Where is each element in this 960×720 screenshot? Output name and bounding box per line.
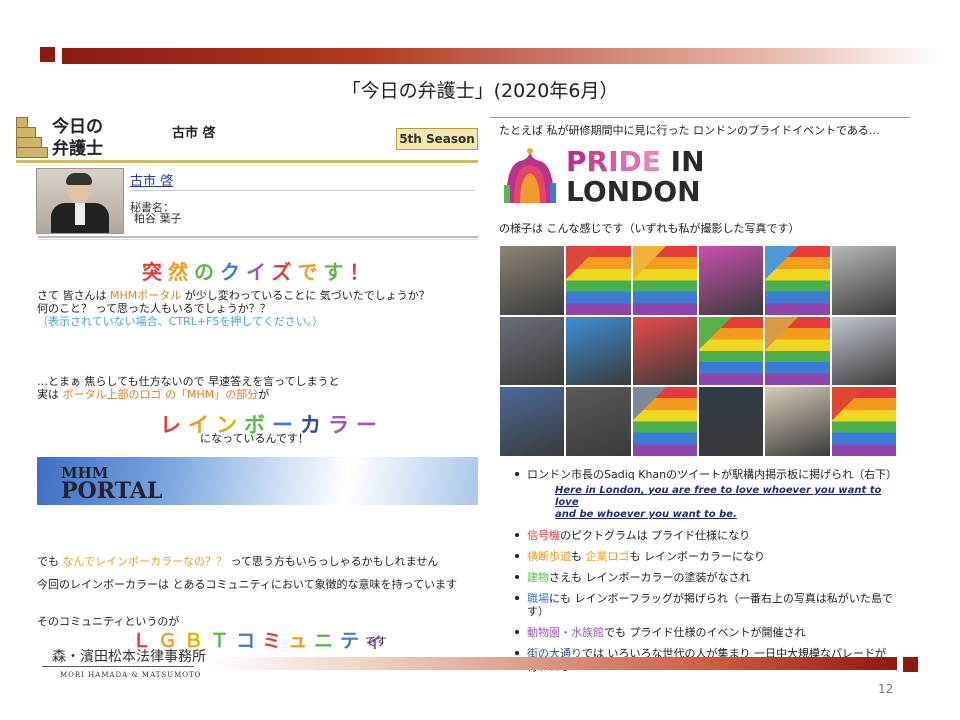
pride-photo bbox=[632, 387, 697, 456]
right-intro-text: たとえば 私が研修期間中に見に行った ロンドンのプライドイベントである… bbox=[499, 124, 880, 137]
photos-caption: の様子は こんな感じです（いずれも私が撮影した写真です） bbox=[499, 222, 800, 235]
lgbt-after-text: です bbox=[365, 635, 387, 648]
pride-photo bbox=[500, 246, 565, 315]
pride-in-london-logo: PRIDE IN LONDON bbox=[566, 147, 705, 207]
colored-char: の bbox=[194, 260, 220, 284]
colored-char: ミ bbox=[262, 630, 289, 652]
colored-char: ニ bbox=[314, 630, 341, 652]
pride-line-1: PRIDE IN bbox=[566, 145, 705, 178]
secretary-name: 粕谷 葉子 bbox=[134, 212, 182, 225]
pride-photo bbox=[632, 316, 697, 386]
gold-divider bbox=[16, 160, 478, 163]
meaning-text: 今回のレインボーカラーは とあるコミュニティにおいて象徴的な意味を持っています bbox=[37, 578, 457, 591]
pride-line-2: LONDON bbox=[566, 175, 701, 208]
pride-photo bbox=[699, 316, 764, 386]
profile-bottom-rule bbox=[38, 236, 478, 238]
colored-char: コ bbox=[236, 630, 263, 652]
colored-char: す bbox=[323, 260, 350, 284]
colored-char: ズ bbox=[271, 260, 298, 284]
pride-photo bbox=[500, 316, 565, 386]
pride-photo bbox=[831, 316, 896, 386]
colored-char: 然 bbox=[168, 260, 194, 284]
pride-photo bbox=[831, 246, 896, 315]
pride-photo bbox=[765, 246, 830, 315]
mhm-portal-highlight: MHMポータル bbox=[110, 289, 182, 302]
pride-photo bbox=[566, 316, 631, 386]
bullet-list: ロンドン市長のSadiq Khanのツイートが駅構内掲示板に掲げられ（右下） He… bbox=[515, 468, 900, 681]
footer-gradient-bar bbox=[205, 657, 897, 670]
bullet-item: 横断歩道も 企業ロゴも レインボーカラーになり bbox=[515, 550, 895, 563]
mhm-portal-banner[interactable]: MHM PORTAL bbox=[37, 457, 478, 505]
header-gradient-bar bbox=[62, 48, 940, 64]
pride-photo bbox=[632, 246, 697, 315]
profile-bottom-rule-shadow bbox=[38, 239, 478, 240]
colored-char: レ bbox=[160, 413, 188, 437]
page-number: 12 bbox=[878, 682, 894, 696]
colored-char: ー bbox=[356, 413, 384, 437]
logo-part-highlight: ポータル上部のロゴ の「MHM」の部分 bbox=[62, 388, 259, 401]
pride-photo bbox=[765, 387, 830, 456]
column-logo-text: 今日の 弁護士 bbox=[52, 117, 103, 159]
lawyer-photo bbox=[36, 168, 124, 234]
answer-text: …とまぁ 焦らしても仕方ないので 早速答えを言ってしまうと 実は ポータル上部の… bbox=[37, 375, 477, 401]
mayor-quote: Here in London, you are free to love who… bbox=[555, 485, 882, 520]
pride-photo bbox=[500, 387, 565, 456]
pride-photo bbox=[831, 387, 896, 456]
firm-logo-rule bbox=[42, 666, 194, 667]
pride-photo-grid bbox=[500, 246, 896, 456]
portal-word-text: PORTAL bbox=[61, 478, 163, 504]
right-top-rule bbox=[490, 117, 910, 118]
pride-photo bbox=[566, 246, 631, 315]
reload-hint: （表示されていない場合、CTRL+F5を押してください。） bbox=[37, 315, 324, 328]
rainbow-after-text: になっているんです！ bbox=[200, 432, 309, 445]
pride-photo bbox=[566, 387, 631, 456]
colored-char: Ｔ bbox=[210, 630, 237, 652]
colored-char: テ bbox=[340, 630, 365, 652]
colored-char: 突 bbox=[142, 260, 168, 284]
colored-char: ク bbox=[220, 260, 246, 284]
firm-logo-name: 森・濱田松本法律事務所 bbox=[52, 649, 206, 665]
bullet-item: 信号機のピクトグラムは プライド仕様になり bbox=[515, 529, 895, 542]
stairs-logo-icon bbox=[16, 117, 48, 159]
slide-title: 「今日の弁護士」(2020年6月） bbox=[341, 80, 619, 102]
colored-char: イ bbox=[246, 260, 272, 284]
colored-char: ！ bbox=[349, 260, 376, 284]
bullet-item: 建物さえも レインボーカラーの塗装がなされ bbox=[515, 571, 895, 584]
pride-photo bbox=[699, 387, 764, 456]
answer-line-1: …とまぁ 焦らしても仕方ないので 早速答えを言ってしまうと bbox=[37, 375, 340, 388]
question-highlight: なんでレインボーカラーなの？？ bbox=[62, 555, 227, 568]
bullet-item: ロンドン市長のSadiq Khanのツイートが駅構内掲示板に掲げられ（右下） bbox=[515, 468, 897, 481]
header-lawyer-name: 古市 啓 bbox=[172, 126, 216, 141]
colored-char: で bbox=[297, 260, 324, 284]
colored-char: ュ bbox=[288, 630, 315, 652]
pride-photo bbox=[765, 316, 830, 386]
question-text: でも なんでレインボーカラーなの？？ って思う方もいらっしゃるかもしれません bbox=[37, 555, 439, 568]
season-badge: 5th Season bbox=[396, 128, 478, 150]
pride-london-symbol-icon bbox=[504, 148, 556, 203]
firm-logo-name-en: MORI HAMADA & MATSUMOTO bbox=[60, 671, 202, 679]
bullet-item: 動物園・水族館でも プライド仕様のイベントが開催され bbox=[515, 626, 895, 639]
quiz-heading: 突然のクイズです！ bbox=[142, 256, 375, 285]
intro-text: さて 皆さんは MHMポータル が少し変わっていることに 気づいたでしょうか？ … bbox=[37, 289, 477, 328]
profile-name-link[interactable]: 古市 啓 bbox=[130, 170, 173, 189]
header-square-ornament bbox=[40, 47, 55, 62]
profile-divider bbox=[130, 190, 475, 191]
pride-photo bbox=[699, 246, 764, 315]
intro-line-2: 何のこと？ って思った人もいるでしょうか？？ bbox=[37, 302, 271, 315]
footer-square-ornament bbox=[903, 657, 918, 672]
bullet-item: 職場にも レインボーフラッグが掲げられ（一番右上の写真は私がいた島です） bbox=[515, 592, 895, 618]
colored-char: ラ bbox=[328, 413, 356, 437]
